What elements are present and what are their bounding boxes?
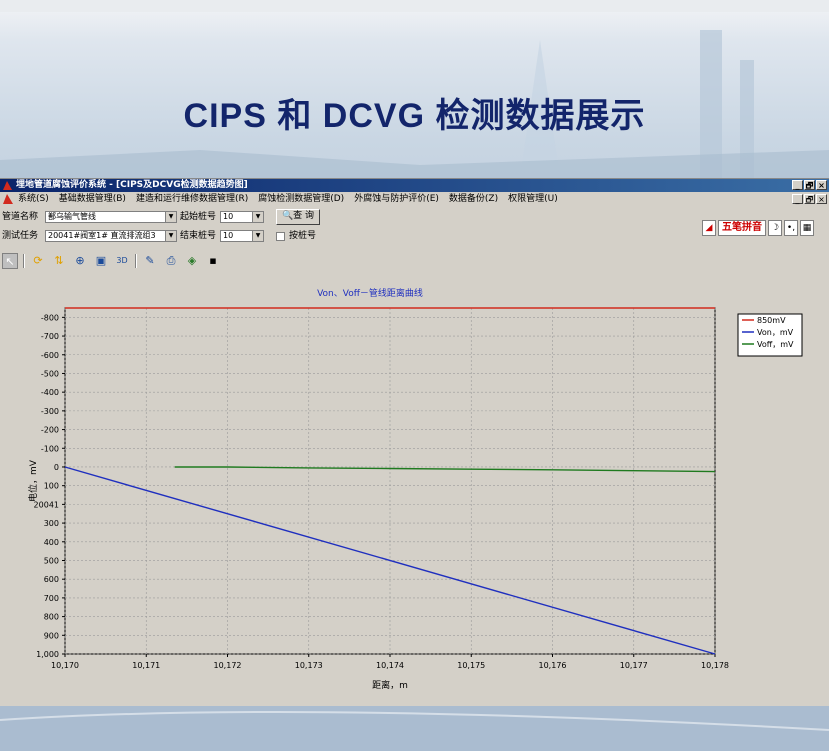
y-tick-label: 600 xyxy=(44,575,59,584)
mdi-controls: _ 🗗 × xyxy=(792,194,827,204)
x-tick-label: 10,175 xyxy=(457,661,485,670)
fit-icon[interactable]: ▣ xyxy=(93,253,109,269)
y-tick-label: 700 xyxy=(44,594,59,603)
mdi-close-button[interactable]: × xyxy=(816,194,827,204)
select-icon[interactable]: ↖ xyxy=(2,253,18,269)
y-tick-label: -600 xyxy=(41,351,59,360)
query-button[interactable]: 🔍查 询 xyxy=(276,209,320,225)
mdi-restore-button[interactable]: 🗗 xyxy=(804,194,815,204)
palette-icon[interactable]: ◈ xyxy=(184,253,200,269)
y-tick-label: 800 xyxy=(44,613,59,622)
query-button-label: 查 询 xyxy=(293,211,315,221)
x-tick-label: 10,178 xyxy=(701,661,729,670)
search-icon: 🔍 xyxy=(281,211,294,221)
y-tick-label: -200 xyxy=(41,426,59,435)
x-tick-label: 10,177 xyxy=(620,661,648,670)
task-label: 测试任务 xyxy=(2,231,39,241)
x-tick-label: 10,176 xyxy=(539,661,567,670)
y-axis-label: 电位，mV xyxy=(27,459,39,502)
legend-label: 850mV xyxy=(757,316,786,325)
start-pile-value: 10 xyxy=(223,212,234,221)
pipeline-select[interactable]: 鄯乌输气管线 ▼ xyxy=(45,211,177,223)
print-icon[interactable]: ⎙ xyxy=(163,253,179,269)
restore-button[interactable]: 🗗 xyxy=(804,180,815,190)
refresh-icon[interactable]: ⟳ xyxy=(30,253,46,269)
legend-label: Von，mV xyxy=(757,328,794,337)
chevron-down-icon[interactable]: ▼ xyxy=(165,212,176,222)
task-value: 20041#阀室1# 直流排流组3 xyxy=(48,231,156,240)
pan-icon[interactable]: ⇅ xyxy=(51,253,67,269)
pipeline-label: 管道名称 xyxy=(2,212,39,222)
menu-item-corrosion-data[interactable]: 腐蚀检测数据管理(D) xyxy=(258,192,344,206)
window-title: 埋地管道腐蚀评价系统 - [CIPS及DCVG检测数据趋势图] xyxy=(16,180,248,190)
toolbar-separator xyxy=(135,254,137,268)
end-pile-label: 结束桩号 xyxy=(180,231,217,241)
save-icon[interactable]: ▪ xyxy=(205,253,221,269)
ime-bar: ◢ 五笔拼音 ☽ •, ▦ xyxy=(702,220,814,236)
edit-icon[interactable]: ✎ xyxy=(142,253,158,269)
menu-item-system[interactable]: 系统(S) xyxy=(18,192,49,206)
menu-item-evaluation[interactable]: 外腐蚀与防护评价(E) xyxy=(354,192,439,206)
start-pile-select[interactable]: 10 ▼ xyxy=(220,211,264,223)
y-tick-label: 400 xyxy=(44,538,59,547)
end-pile-value: 10 xyxy=(223,231,234,240)
close-button[interactable]: × xyxy=(816,180,827,190)
zoom-icon[interactable]: ⊕ xyxy=(72,253,88,269)
slide-title: CIPS 和 DCVG 检测数据展示 xyxy=(183,97,646,135)
chart-panel: Von、Voff－管线距离曲线 -800 -700 -600 -500 -400 -300… xyxy=(0,274,829,706)
x-tick-label: 10,173 xyxy=(295,661,323,670)
punctuation-icon[interactable]: •, xyxy=(784,220,798,236)
x-tick-label: 10,171 xyxy=(132,661,160,670)
minimize-button[interactable]: _ xyxy=(792,180,803,190)
menu-item-backup[interactable]: 数据备份(Z) xyxy=(449,192,498,206)
app-logo-icon xyxy=(3,181,12,190)
x-tick-label: 10,172 xyxy=(214,661,242,670)
y-tick-label: 300 xyxy=(44,519,59,528)
y-tick-label: -500 xyxy=(41,369,59,378)
chevron-down-icon[interactable]: ▼ xyxy=(165,231,176,241)
ime-mode[interactable]: 五笔拼音 xyxy=(718,220,766,236)
y-tick-label: 1,000 xyxy=(36,650,59,659)
y-tick-label: 100 xyxy=(44,482,59,491)
ime-logo-icon[interactable]: ◢ xyxy=(702,220,716,236)
start-pile-label: 起始桩号 xyxy=(180,212,217,222)
by-pile-checkbox[interactable] xyxy=(276,232,285,241)
chevron-down-icon[interactable]: ▼ xyxy=(252,212,263,222)
y-tick-label: 900 xyxy=(44,631,59,640)
task-select[interactable]: 20041#阀室1# 直流排流组3 ▼ xyxy=(45,230,177,242)
end-pile-select[interactable]: 10 ▼ xyxy=(220,230,264,242)
window-titlebar: 埋地管道腐蚀评价系统 - [CIPS及DCVG检测数据趋势图] _ 🗗 × xyxy=(0,179,829,192)
y-tick-label: -300 xyxy=(41,407,59,416)
trend-chart: Von、Voff－管线距离曲线 -800 -700 -600 -500 -400 -300… xyxy=(27,287,803,691)
chart-toolbar: ↖ ⟳ ⇅ ⊕ ▣ 3D ✎ ⎙ ◈ ▪ xyxy=(2,252,221,270)
chart-legend: 850mV Von，mV Voff，mV xyxy=(737,313,803,357)
legend-label: Voff，mV xyxy=(757,340,794,349)
toolbar-separator xyxy=(23,254,25,268)
y-tick-label: -100 xyxy=(41,444,59,453)
app-window: 埋地管道腐蚀评价系统 - [CIPS及DCVG检测数据趋势图] _ 🗗 × 系统… xyxy=(0,178,829,706)
y-tick-label: -400 xyxy=(41,388,59,397)
y-tick-label: -800 xyxy=(41,313,59,322)
menu-item-permissions[interactable]: 权限管理(U) xyxy=(508,192,558,206)
keyboard-icon[interactable]: ▦ xyxy=(800,220,814,236)
moon-icon[interactable]: ☽ xyxy=(768,220,782,236)
y-tick-label: 0 xyxy=(54,463,59,472)
y-tick-label: 500 xyxy=(44,556,59,565)
x-tick-label: 10,170 xyxy=(51,661,79,670)
app-menu-icon[interactable] xyxy=(3,194,13,204)
by-pile-label: 按桩号 xyxy=(289,231,317,241)
x-axis-label: 距离，m xyxy=(372,679,408,691)
pipeline-value: 鄯乌输气管线 xyxy=(48,212,96,221)
window-controls: _ 🗗 × xyxy=(792,180,827,190)
mdi-minimize-button[interactable]: _ xyxy=(792,194,803,204)
menu-bar: 系统(S) 基础数据管理(B) 建造和运行维修数据管理(R) 腐蚀检测数据管理(… xyxy=(0,192,829,206)
x-tick-label: 10,174 xyxy=(376,661,404,670)
y-tick-label: -700 xyxy=(41,332,59,341)
menu-item-construction[interactable]: 建造和运行维修数据管理(R) xyxy=(136,192,248,206)
menu-item-basic-data[interactable]: 基础数据管理(B) xyxy=(59,192,126,206)
3d-icon[interactable]: 3D xyxy=(114,253,130,269)
chevron-down-icon[interactable]: ▼ xyxy=(252,231,263,241)
chart-title: Von、Voff－管线距离曲线 xyxy=(317,287,423,299)
